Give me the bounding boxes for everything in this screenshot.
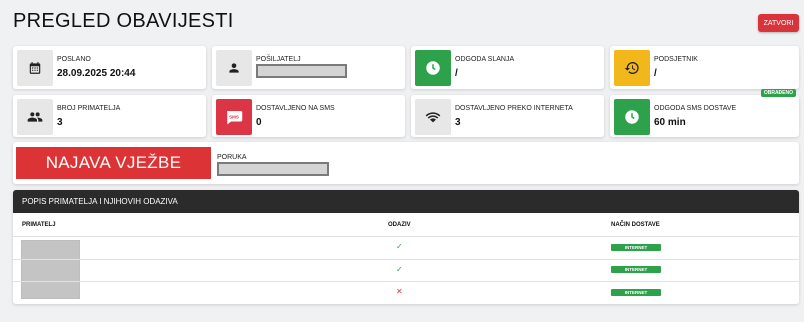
wifi-icon bbox=[415, 99, 451, 135]
sender-label: POŠILJATELJ bbox=[256, 56, 301, 63]
message-redacted bbox=[217, 162, 329, 176]
close-button[interactable]: ZATVORI bbox=[758, 14, 799, 32]
row-divider bbox=[13, 236, 799, 237]
response-no-icon: ✕ bbox=[396, 287, 403, 296]
list-title: POPIS PRIMATELJA I NJIHOVIH ODAZIVA bbox=[13, 190, 799, 213]
sms-delivered-value: 0 bbox=[256, 117, 262, 128]
recipient-avatar-redacted bbox=[21, 240, 80, 299]
delivery-method-badge: INTERNET bbox=[611, 266, 661, 273]
history-icon bbox=[614, 50, 650, 86]
sms-delivered-card: SMS DOSTAVLJENO NA SMS 0 bbox=[212, 95, 405, 137]
internet-delivered-card: DOSTAVLJENO PREKO INTERNETA 3 bbox=[411, 95, 604, 137]
processed-badge: OBRAĐENO bbox=[760, 89, 796, 97]
row-divider bbox=[13, 281, 799, 282]
person-icon bbox=[216, 50, 252, 86]
send-delay-label: ODGODA SLANJA bbox=[455, 56, 515, 63]
svg-text:SMS: SMS bbox=[229, 115, 239, 120]
delivery-method-badge: INTERNET bbox=[611, 244, 661, 251]
sms-delay-label: ODGODA SMS DOSTAVE bbox=[654, 105, 737, 112]
sms-delivered-label: DOSTAVLJENO NA SMS bbox=[256, 105, 335, 112]
recipient-count-card: BROJ PRIMATELJA 3 bbox=[13, 95, 206, 137]
internet-delivered-value: 3 bbox=[455, 117, 461, 128]
recipient-list: POPIS PRIMATELJA I NJIHOVIH ODAZIVA PRIM… bbox=[13, 190, 799, 304]
recipient-count-value: 3 bbox=[57, 117, 63, 128]
sent-card: POSLANO 28.09.2025 20:44 bbox=[13, 46, 206, 89]
group-icon bbox=[17, 99, 53, 135]
sender-card: POŠILJATELJ bbox=[212, 46, 405, 89]
reminder-card: PODSJETNIK / bbox=[610, 46, 799, 89]
sent-value: 28.09.2025 20:44 bbox=[57, 68, 136, 79]
sms-delay-card: ODGODA SMS DOSTAVE 60 min OBRAĐENO bbox=[610, 89, 799, 137]
message-label: PORUKA bbox=[217, 154, 247, 161]
col-recipient: PRIMATELJ bbox=[22, 222, 56, 228]
announcement-title: NAJAVA VJEŽBE bbox=[16, 147, 211, 179]
sms-icon: SMS bbox=[216, 99, 252, 135]
reminder-value: / bbox=[654, 68, 657, 79]
response-ok-icon: ✓ bbox=[396, 265, 403, 274]
clock-icon bbox=[415, 50, 451, 86]
row-divider bbox=[13, 259, 799, 260]
clock-icon bbox=[614, 99, 650, 135]
page-title: PREGLED OBAVIJESTI bbox=[13, 10, 234, 32]
delivery-method-badge: INTERNET bbox=[611, 289, 661, 296]
recipient-count-label: BROJ PRIMATELJA bbox=[57, 105, 121, 112]
reminder-label: PODSJETNIK bbox=[654, 56, 698, 63]
calendar-icon bbox=[17, 50, 53, 86]
send-delay-card: ODGODA SLANJA / bbox=[411, 46, 604, 89]
col-method: NAČIN DOSTAVE bbox=[611, 222, 660, 228]
message-card: NAJAVA VJEŽBE PORUKA bbox=[13, 142, 799, 184]
sender-redacted bbox=[256, 64, 347, 78]
internet-delivered-label: DOSTAVLJENO PREKO INTERNETA bbox=[455, 105, 573, 112]
sent-label: POSLANO bbox=[57, 56, 91, 63]
send-delay-value: / bbox=[455, 68, 458, 79]
response-ok-icon: ✓ bbox=[396, 242, 403, 251]
sms-delay-value: 60 min bbox=[654, 117, 686, 128]
col-response: ODAZIV bbox=[388, 222, 411, 228]
